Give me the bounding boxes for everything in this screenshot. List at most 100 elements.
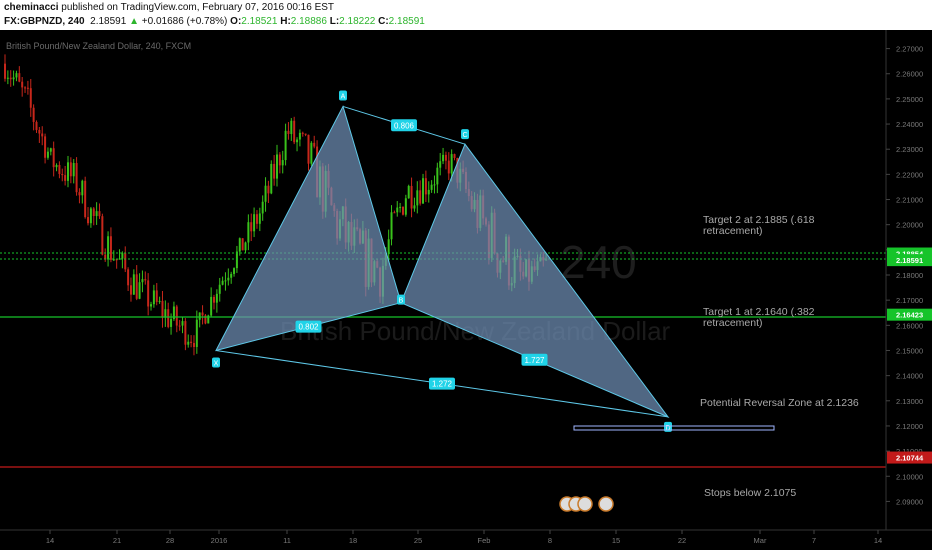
low-value: 2.18222 — [339, 16, 376, 27]
candle-body — [15, 73, 18, 78]
candle-body — [127, 269, 130, 286]
candle-body — [264, 185, 267, 202]
candle-body — [387, 239, 390, 255]
price-tag-label: 2.18591 — [896, 256, 923, 265]
prz-text: Potential Reversal Zone at 2.1236 — [700, 397, 859, 409]
candle-body — [278, 154, 281, 166]
candle-body — [198, 312, 201, 320]
candle-body — [98, 211, 101, 217]
ratio-label: 0.802 — [298, 323, 319, 332]
x-tick-label: 8 — [548, 536, 552, 545]
candle-body — [447, 160, 450, 174]
candle-body — [238, 238, 241, 252]
stops-text: Stops below 2.1075 — [704, 487, 796, 499]
candle-body — [422, 178, 425, 204]
economic-events[interactable] — [559, 496, 614, 512]
candle-body — [61, 173, 64, 176]
y-tick-label: 2.09000 — [896, 497, 923, 506]
price-tag-label: 2.10744 — [896, 454, 924, 463]
high-label: H: — [280, 16, 291, 27]
candle-body — [101, 216, 104, 255]
candle-body — [87, 217, 90, 224]
candle-body — [58, 164, 61, 174]
candle-body — [419, 190, 422, 204]
price-tag-label: 2.16423 — [896, 311, 923, 320]
candle-body — [78, 192, 81, 196]
candle-body — [390, 212, 393, 240]
candle-body — [433, 184, 436, 186]
x-tick-label: 2016 — [211, 536, 228, 545]
candle-body — [4, 63, 6, 79]
candle-body — [444, 154, 447, 161]
x-tick-label: 25 — [414, 536, 422, 545]
y-tick-label: 2.22000 — [896, 170, 923, 179]
candle-body — [69, 162, 72, 177]
candle-body — [313, 142, 316, 147]
candle-body — [201, 312, 204, 316]
candle-body — [258, 213, 261, 224]
ratio-label: 1.727 — [524, 356, 545, 365]
candle-body — [393, 212, 396, 214]
candle-body — [399, 206, 402, 208]
candle-body — [109, 236, 112, 260]
author-name[interactable]: cheminacci — [4, 2, 58, 13]
candle-body — [439, 161, 442, 168]
up-arrow-icon: ▲ — [129, 16, 139, 27]
candle-body — [132, 274, 135, 295]
published-text: published on TradingView.com, February 0… — [61, 2, 335, 13]
candle-body — [72, 163, 75, 177]
candle-body — [450, 154, 453, 174]
candle-body — [187, 341, 190, 345]
target1-text-line2: retracement) — [703, 317, 763, 329]
y-tick-label: 2.16000 — [896, 321, 923, 330]
candle-body — [52, 148, 55, 168]
candle-body — [310, 142, 313, 164]
x-tick-label: 15 — [612, 536, 620, 545]
candle-body — [138, 282, 141, 299]
y-tick-label: 2.23000 — [896, 145, 923, 154]
y-tick-label: 2.24000 — [896, 120, 923, 129]
x-tick-label: 18 — [349, 536, 357, 545]
candle-body — [150, 304, 153, 307]
candle-body — [41, 133, 44, 137]
y-tick-label: 2.10000 — [896, 472, 923, 481]
candle-body — [224, 280, 227, 282]
price-chart[interactable]: 240 British Pound/New Zealand Dollar Bri… — [0, 30, 932, 550]
candle-body — [307, 134, 310, 164]
candle-body — [21, 81, 24, 88]
candle-body — [167, 309, 170, 327]
x-tick-label: Feb — [478, 536, 491, 545]
y-tick-label: 2.21000 — [896, 196, 923, 205]
x-tick-label: 22 — [678, 536, 686, 545]
uk-flag-icon[interactable] — [577, 496, 593, 512]
series-title: British Pound/New Zealand Dollar, 240, F… — [6, 41, 191, 51]
candle-body — [247, 222, 250, 243]
candle-body — [284, 130, 287, 161]
open-label: O: — [230, 16, 242, 27]
candle-body — [6, 77, 9, 79]
chart-header: cheminacci published on TradingView.com,… — [0, 0, 932, 30]
publish-info: cheminacci published on TradingView.com,… — [4, 2, 334, 13]
open-value: 2.18521 — [241, 16, 278, 27]
candle-body — [287, 130, 290, 135]
y-tick-label: 2.26000 — [896, 70, 923, 79]
candle-body — [49, 148, 52, 152]
candle-body — [230, 273, 233, 278]
candle-body — [155, 290, 158, 302]
candle-body — [241, 238, 244, 251]
candle-body — [227, 277, 230, 281]
candle-body — [442, 154, 445, 162]
last-price: 2.18591 — [90, 16, 127, 27]
price-change: +0.01686 (+0.78%) — [141, 16, 228, 27]
y-tick-label: 2.17000 — [896, 296, 923, 305]
target2-text-line2: retracement) — [703, 225, 763, 237]
candle-body — [129, 285, 132, 295]
candle-body — [89, 208, 92, 224]
candle-body — [436, 167, 439, 185]
x-tick-label: 28 — [166, 536, 174, 545]
uk-flag-icon[interactable] — [598, 496, 614, 512]
low-label: L: — [329, 16, 340, 27]
candle-body — [46, 151, 49, 158]
x-tick-label: 7 — [812, 536, 816, 545]
candle-body — [215, 293, 218, 303]
